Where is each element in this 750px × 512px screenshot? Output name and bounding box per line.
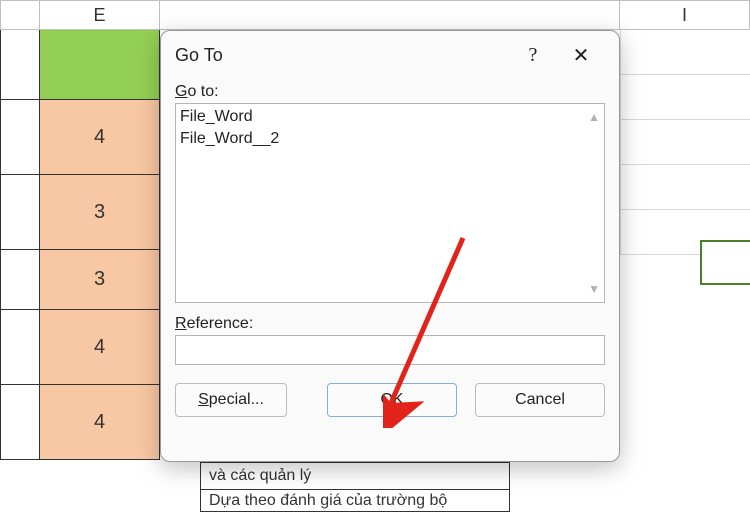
cancel-button[interactable]: Cancel	[475, 383, 605, 417]
row-cell[interactable]	[0, 385, 40, 460]
row-cell[interactable]	[0, 30, 40, 100]
dialog-titlebar: Go To ? ✕	[161, 31, 619, 79]
row-cell[interactable]	[0, 100, 40, 175]
row-cell[interactable]	[0, 310, 40, 385]
col-header-i[interactable]: I	[620, 0, 750, 30]
text-cell[interactable]: Dựa theo đánh giá của trường bộ	[200, 490, 510, 512]
row-cell[interactable]	[0, 175, 40, 250]
col-header-blank[interactable]	[0, 0, 40, 30]
grid-cell[interactable]	[620, 75, 750, 120]
grid-cell[interactable]	[620, 120, 750, 165]
close-button[interactable]: ✕	[557, 35, 605, 75]
data-cell-e[interactable]: 4	[40, 310, 160, 385]
data-cell-e[interactable]: 3	[40, 250, 160, 310]
close-icon: ✕	[573, 43, 590, 68]
left-grid: 4 3 3 4 4	[0, 30, 160, 460]
row-cell[interactable]	[0, 250, 40, 310]
col-header-e[interactable]: E	[40, 0, 160, 30]
data-cell-e[interactable]: 4	[40, 100, 160, 175]
col-header-blank2[interactable]	[160, 0, 620, 30]
data-cell-e[interactable]: 3	[40, 175, 160, 250]
selected-cell[interactable]	[700, 240, 750, 285]
button-row: Special... OK Cancel	[175, 383, 605, 417]
special-button[interactable]: Special...	[175, 383, 287, 417]
goto-dialog: Go To ? ✕ Go to: File_Word File_Word__2 …	[160, 30, 620, 462]
ok-button[interactable]: OK	[327, 383, 457, 417]
help-button[interactable]: ?	[509, 35, 557, 75]
grid-cell[interactable]	[620, 165, 750, 210]
list-item[interactable]: File_Word	[180, 106, 600, 128]
dialog-body: Go to: File_Word File_Word__2 ▲ ▼ Refere…	[161, 79, 619, 431]
grid-cell[interactable]	[620, 30, 750, 75]
reference-input[interactable]	[175, 335, 605, 365]
text-cell[interactable]: và các quản lý	[200, 462, 510, 490]
scroll-down-icon[interactable]: ▼	[588, 282, 600, 296]
goto-listbox[interactable]: File_Word File_Word__2 ▲ ▼	[175, 103, 605, 303]
list-item[interactable]: File_Word__2	[180, 128, 600, 150]
data-cell-e[interactable]: 4	[40, 385, 160, 460]
scroll-up-icon[interactable]: ▲	[588, 110, 600, 124]
header-cell-e[interactable]	[40, 30, 160, 100]
goto-label: Go to:	[175, 83, 605, 101]
column-headers: E I	[0, 0, 750, 30]
reference-label: Reference:	[175, 315, 605, 333]
dialog-title: Go To	[175, 45, 223, 66]
